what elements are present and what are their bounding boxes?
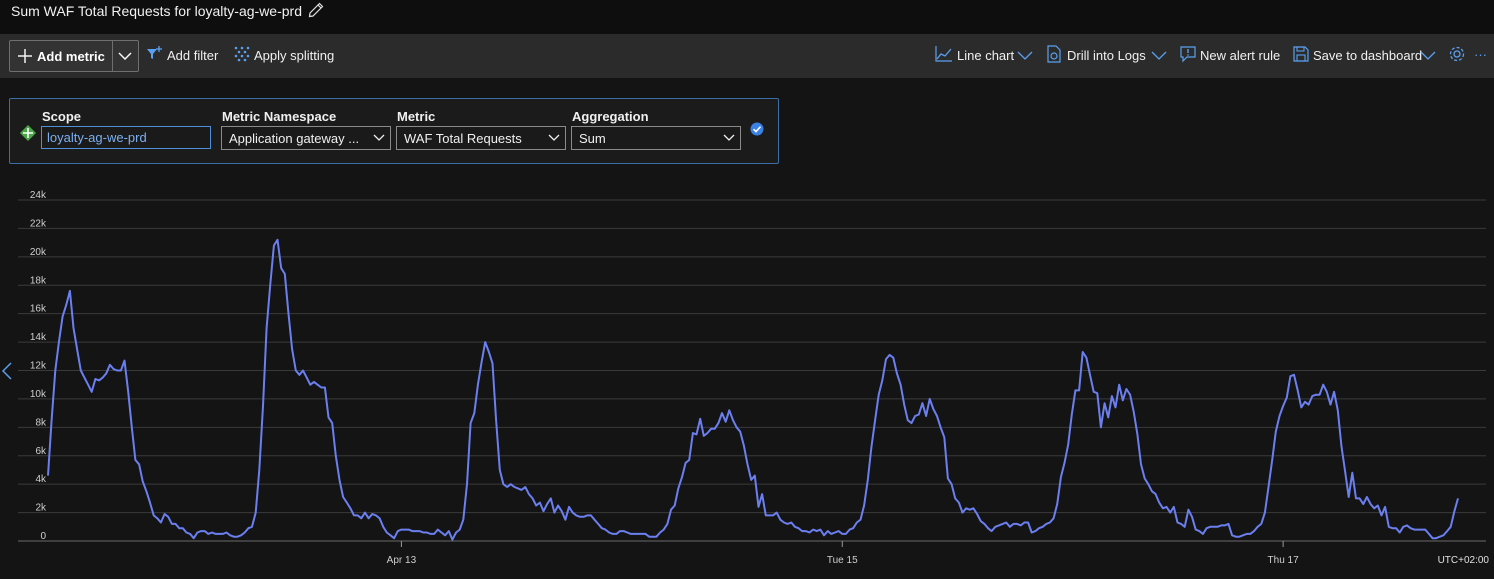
drill-into-logs-button[interactable]: Drill into Logs (1067, 48, 1146, 63)
chevron-down-icon (548, 134, 560, 141)
toolbar: Add metric Add filter Apply splitting Li… (0, 34, 1494, 78)
y-tick-label: 10k (30, 389, 47, 400)
metric-select[interactable]: WAF Total Requests (396, 126, 566, 150)
metric-label: Metric (397, 109, 436, 124)
y-tick-label: 24k (30, 190, 47, 201)
checkmark-icon[interactable] (750, 122, 764, 136)
add-filter-button[interactable]: Add filter (167, 48, 218, 63)
chevron-down-icon (373, 134, 385, 141)
apply-splitting-icon (234, 46, 250, 62)
y-tick-label: 18k (30, 275, 47, 286)
add-metric-button[interactable]: Add metric (9, 40, 139, 72)
split-divider (112, 41, 113, 71)
namespace-select[interactable]: Application gateway ... (221, 126, 391, 150)
chevron-down-icon (723, 134, 735, 141)
apply-splitting-button[interactable]: Apply splitting (254, 48, 334, 63)
add-filter-icon (147, 46, 162, 59)
x-tick-label: Tue 15 (827, 555, 858, 566)
y-tick-label: 0 (40, 531, 46, 542)
chevron-down-icon[interactable] (1420, 48, 1436, 62)
chart-title: Sum WAF Total Requests for loyalty-ag-we… (11, 3, 302, 19)
y-tick-label: 14k (30, 332, 47, 343)
namespace-value: Application gateway ... (229, 131, 360, 146)
scope-label: Scope (42, 109, 82, 124)
y-tick-label: 16k (30, 304, 47, 315)
aggregation-label: Aggregation (572, 109, 649, 124)
save-to-dashboard-button[interactable]: Save to dashboard (1313, 48, 1422, 63)
metric-query-panel: Scope loyalty-ag-we-prd Metric Namespace… (9, 98, 779, 164)
aggregation-select[interactable]: Sum (571, 126, 741, 150)
y-tick-label: 12k (30, 361, 47, 372)
metric-value: WAF Total Requests (404, 131, 522, 146)
x-tick-label: Thu 17 (1268, 555, 1300, 566)
chevron-down-icon[interactable] (118, 49, 132, 63)
more-options-button[interactable]: ··· (1474, 47, 1487, 62)
plus-icon (18, 49, 32, 63)
application-gateway-icon (20, 125, 36, 141)
chevron-down-icon[interactable] (1151, 48, 1167, 62)
y-tick-label: 22k (30, 218, 47, 229)
line-chart-icon (935, 46, 952, 62)
title-bar: Sum WAF Total Requests for loyalty-ag-we… (0, 0, 1494, 34)
y-tick-label: 2k (35, 503, 47, 514)
settings-gear-icon[interactable] (1448, 45, 1466, 63)
line-chart-button[interactable]: Line chart (957, 48, 1014, 63)
y-tick-label: 8k (35, 417, 47, 428)
y-tick-label: 4k (35, 474, 47, 485)
y-tick-label: 6k (35, 446, 47, 457)
namespace-label: Metric Namespace (222, 109, 337, 124)
timezone-label: UTC+02:00 (1438, 555, 1490, 566)
logs-icon (1047, 45, 1061, 63)
line-chart: 0 2k 4k 6k 8k 10k 12k 14k 16k 18k 20k 22k 24k Apr 13 T… (18, 190, 1490, 566)
save-icon (1293, 46, 1309, 62)
alert-icon (1180, 46, 1196, 63)
x-tick-label: Apr 13 (387, 555, 417, 566)
add-metric-label: Add metric (37, 49, 105, 64)
aggregation-value: Sum (579, 131, 606, 146)
scope-input[interactable]: loyalty-ag-we-prd (41, 126, 211, 149)
chevron-down-icon[interactable] (1017, 48, 1033, 62)
edit-pencil-icon[interactable] (308, 2, 324, 18)
y-tick-label: 20k (30, 247, 47, 258)
new-alert-rule-button[interactable]: New alert rule (1200, 48, 1280, 63)
